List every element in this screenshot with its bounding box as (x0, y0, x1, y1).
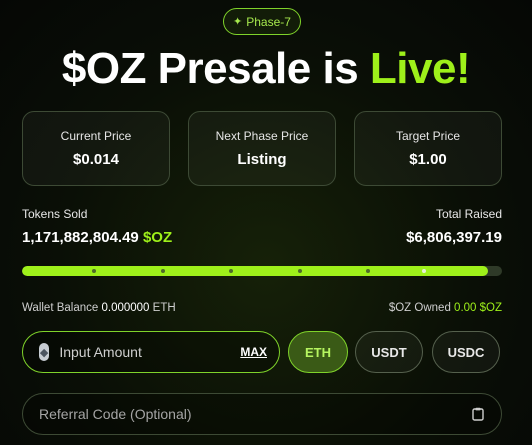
progress-current-marker (422, 269, 426, 273)
oz-owned-value: 0.00 $OZ (454, 302, 502, 314)
headline-prefix: $OZ Presale is (61, 44, 370, 93)
wallet-balance-value: 0.000000 (101, 302, 150, 314)
oz-owned-label: $OZ Owned (388, 302, 451, 314)
next-phase-price-label: Next Phase Price (215, 129, 309, 143)
current-price-label: Current Price (60, 129, 132, 143)
progress-tick (366, 269, 370, 273)
wallet-balance-unit: ETH (152, 302, 176, 314)
progress-tick (92, 269, 96, 273)
sale-progress-bar (22, 266, 502, 276)
target-price-card: Target Price $1.00 (354, 111, 502, 186)
next-phase-price-card: Next Phase Price Listing (188, 111, 336, 186)
wallet-balance-label: Wallet Balance (22, 302, 99, 314)
currency-usdt-button[interactable]: USDT (355, 331, 423, 373)
amount-field[interactable]: ◆ MAX (22, 331, 280, 373)
current-price-value: $0.014 (73, 151, 119, 168)
tokens-sold-label: Tokens Sold (22, 207, 88, 221)
max-button[interactable]: MAX (240, 345, 267, 359)
total-raised-value: $6,806,397.19 (406, 229, 502, 246)
total-raised-label: Total Raised (435, 207, 502, 221)
target-price-label: Target Price (395, 129, 461, 143)
tokens-sold-symbol: $OZ (142, 229, 173, 246)
eth-icon: ◆ (39, 343, 50, 361)
progress-tick (229, 269, 233, 273)
clipboard-icon[interactable] (471, 406, 485, 422)
next-phase-price-value: Listing (237, 151, 287, 168)
progress-tick (298, 269, 302, 273)
page-title: $OZ Presale is Live! (0, 44, 532, 94)
target-price-value: $1.00 (409, 151, 447, 168)
phase-badge: ✦ Phase-7 (223, 8, 301, 35)
tokens-sold-amount: 1,171,882,804.49 (22, 229, 139, 246)
sparkle-icon: ✦ (233, 16, 243, 28)
referral-field[interactable] (22, 393, 502, 435)
oz-owned: $OZ Owned 0.00 $OZ (389, 302, 502, 314)
amount-input[interactable] (59, 344, 241, 360)
tokens-sold-value: 1,171,882,804.49 $OZ (22, 229, 172, 246)
currency-eth-button[interactable]: ETH (288, 331, 348, 373)
phase-label: Phase-7 (246, 14, 291, 29)
progress-tick (161, 269, 165, 273)
wallet-balance: Wallet Balance 0.000000 ETH (22, 302, 176, 314)
referral-code-input[interactable] (39, 406, 471, 422)
headline-live: Live! (369, 44, 471, 93)
current-price-card: Current Price $0.014 (22, 111, 170, 186)
currency-usdc-button[interactable]: USDC (432, 331, 500, 373)
